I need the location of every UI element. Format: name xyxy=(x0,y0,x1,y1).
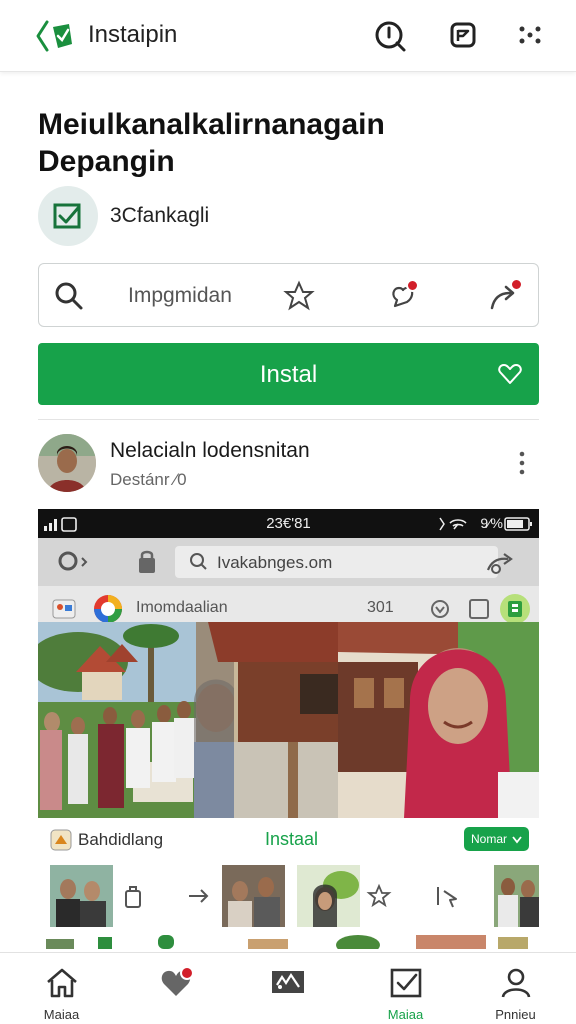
star-icon[interactable] xyxy=(366,883,392,909)
share-icon[interactable] xyxy=(486,278,523,314)
app-title: Instaipin xyxy=(88,21,178,48)
search-input[interactable]: Impgmidan xyxy=(128,284,232,308)
wifi-icon xyxy=(439,517,467,531)
app-icon xyxy=(50,829,72,851)
notification-badge xyxy=(510,278,523,291)
location-icon[interactable] xyxy=(428,597,452,621)
more-vertical-icon[interactable] xyxy=(512,450,532,476)
copy-icon[interactable] xyxy=(120,883,146,909)
thumbnail[interactable] xyxy=(297,865,360,927)
post-author[interactable]: Nelacialn lodensnitan xyxy=(110,439,310,463)
browser-url-bar: Ivakabnges.om xyxy=(38,538,539,586)
heart-icon xyxy=(161,966,194,996)
more-icon[interactable] xyxy=(510,16,550,56)
checkbox-icon xyxy=(390,968,422,998)
profile-icon xyxy=(501,968,531,998)
url-text: Ivakabnges.om xyxy=(217,553,333,572)
nav-item-media[interactable] xyxy=(230,953,345,1024)
checkbox-icon xyxy=(53,203,81,229)
share-icon[interactable] xyxy=(484,550,518,576)
arrow-right-icon[interactable] xyxy=(186,883,212,909)
search-action-row: Impgmidan xyxy=(38,263,539,327)
nav-label: Pnnieu xyxy=(495,1007,536,1022)
dropdown-pill[interactable]: Nomar xyxy=(464,827,529,851)
app-logo-icon xyxy=(52,599,76,619)
dropdown-pill-label: Nomar xyxy=(471,832,508,846)
top-app-bar: Instaipin xyxy=(0,0,576,72)
post-subtitle: Destánr ⁄0 xyxy=(110,470,187,489)
app-info-bar: Bahdidlang Instaal Nomar xyxy=(38,818,539,861)
back-arrow-logo-icon[interactable] xyxy=(34,18,78,54)
url-field[interactable]: Ivakabnges.om xyxy=(175,546,498,578)
star-icon[interactable] xyxy=(281,278,317,314)
thumbnail-row xyxy=(38,861,539,931)
page-title: Meiulkanalkalirnanagain Depangin xyxy=(38,108,385,178)
nav-label: Maiaa xyxy=(43,1007,80,1022)
battery-icon xyxy=(504,517,532,531)
nav-label: Maiaa xyxy=(387,1007,424,1022)
search-icon xyxy=(190,553,207,570)
bottom-navigation: Maiaa Maiaa Pnnieu xyxy=(0,952,576,1024)
lock-icon xyxy=(139,550,155,573)
thumbnail[interactable] xyxy=(494,865,539,927)
thumbnail[interactable] xyxy=(222,865,285,927)
flag-icon[interactable] xyxy=(443,16,483,56)
pointer-icon[interactable] xyxy=(434,883,462,909)
publisher-avatar[interactable] xyxy=(38,186,98,246)
install-button[interactable]: Instal xyxy=(38,343,539,405)
avatar[interactable] xyxy=(38,434,96,492)
village-photo xyxy=(38,622,539,818)
nav-item-library[interactable]: Maiaa xyxy=(348,953,463,1024)
info-icon[interactable] xyxy=(370,16,410,56)
heart-notify-icon[interactable] xyxy=(385,278,421,314)
nav-item-profile[interactable]: Pnnieu xyxy=(458,953,573,1024)
app-name[interactable]: Bahdidlang xyxy=(78,830,163,850)
home-icon xyxy=(47,968,77,998)
install-button-label: Instal xyxy=(259,361,318,388)
screenshot-footer xyxy=(38,931,539,949)
battery-percent: 9⁄% xyxy=(480,515,503,531)
post-image[interactable]: 23€'81 9⁄% Ivakabnges.om Imomdaalian 301… xyxy=(38,509,539,949)
square-icon[interactable] xyxy=(468,598,490,620)
nav-item-favorites[interactable] xyxy=(119,953,234,1024)
tab-count: 301 xyxy=(367,599,394,616)
install-link[interactable]: Instaal xyxy=(265,829,318,850)
divider xyxy=(38,419,539,420)
green-app-icon[interactable] xyxy=(499,593,531,625)
search-icon[interactable] xyxy=(51,278,87,314)
nav-item-home[interactable]: Maiaa xyxy=(4,953,119,1024)
publisher-name[interactable]: 3Cfankagli xyxy=(110,204,209,228)
colorful-logo-icon xyxy=(94,595,122,623)
heart-outline-icon[interactable] xyxy=(497,361,523,387)
tab-title[interactable]: Imomdaalian xyxy=(136,599,228,617)
status-bar: 23€'81 9⁄% xyxy=(38,509,539,538)
notification-badge xyxy=(406,279,419,292)
thumbnail[interactable] xyxy=(50,865,113,927)
search-icon[interactable] xyxy=(56,548,96,578)
media-icon xyxy=(272,971,304,993)
chevron-down-icon xyxy=(512,836,522,844)
